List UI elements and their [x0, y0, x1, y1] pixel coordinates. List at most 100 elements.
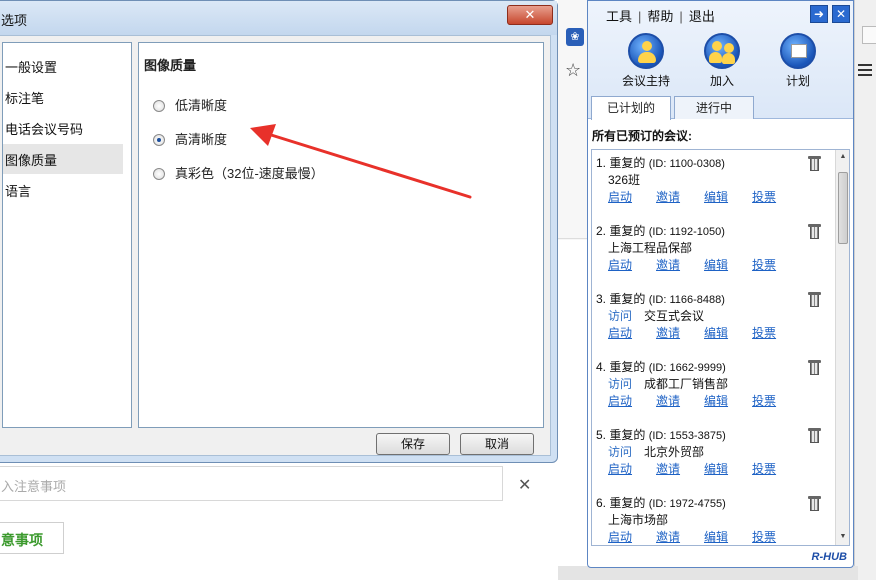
- invite-link[interactable]: 邀请: [656, 462, 680, 476]
- radio-low-quality[interactable]: 低清晰度: [153, 95, 227, 115]
- edit-link[interactable]: 编辑: [704, 530, 728, 544]
- meeting-id: (ID: 1166-8488): [648, 294, 725, 306]
- note-button[interactable]: 意事项: [0, 522, 64, 554]
- vote-link[interactable]: 投票: [752, 462, 776, 476]
- meeting-name: 上海工程品保部: [608, 241, 693, 255]
- invite-link[interactable]: 邀请: [656, 190, 680, 204]
- trash-icon[interactable]: [808, 223, 821, 239]
- vote-link[interactable]: 投票: [752, 258, 776, 272]
- trash-icon[interactable]: [808, 427, 821, 443]
- edit-link[interactable]: 编辑: [704, 462, 728, 476]
- panel-close-icon[interactable]: ✕: [832, 5, 850, 23]
- invite-link[interactable]: 邀请: [656, 530, 680, 544]
- start-link[interactable]: 启动: [608, 462, 632, 476]
- paw-icon[interactable]: ❀: [566, 28, 584, 46]
- meeting-actions: 启动 邀请 编辑 投票: [608, 392, 800, 409]
- schedule-icon[interactable]: [780, 33, 816, 69]
- radio-button[interactable]: [153, 168, 165, 180]
- menu-exit[interactable]: 退出: [689, 9, 715, 24]
- vote-link[interactable]: 投票: [752, 190, 776, 204]
- edit-link[interactable]: 编辑: [704, 394, 728, 408]
- rhub-header: 工具 | 帮助 | 退出 ➜ ✕ 会议主持 加入 计划 已计划的 进行中: [588, 1, 853, 120]
- meeting-item: 4. 重复的 (ID: 1662-9999) 访问 成都工厂销售部 启动 邀请 编辑 投票: [592, 358, 832, 426]
- meeting-name-row: 326班: [608, 171, 640, 188]
- menu-icon[interactable]: [858, 64, 872, 79]
- meeting-title: 5. 重复的 (ID: 1553-3875): [596, 428, 726, 442]
- join-label[interactable]: 加入: [687, 72, 757, 89]
- schedule-label[interactable]: 计划: [763, 72, 833, 89]
- invite-link[interactable]: 邀请: [656, 394, 680, 408]
- start-link[interactable]: 启动: [608, 258, 632, 272]
- meeting-title: 4. 重复的 (ID: 1662-9999): [596, 360, 726, 374]
- radio-high-quality[interactable]: 高清晰度: [153, 129, 227, 149]
- scroll-thumb[interactable]: [838, 172, 848, 244]
- meeting-name-row: 访问 北京外贸部: [608, 443, 704, 460]
- start-link[interactable]: 启动: [608, 190, 632, 204]
- note-close-icon[interactable]: ✕: [518, 475, 531, 495]
- trash-icon[interactable]: [808, 291, 821, 307]
- trash-icon[interactable]: [808, 359, 821, 375]
- nav-item-annotation-pen[interactable]: 标注笔: [3, 82, 123, 112]
- radio-true-color[interactable]: 真彩色（32位-速度最慢）: [153, 163, 324, 183]
- host-icon[interactable]: [628, 33, 664, 69]
- vote-link[interactable]: 投票: [752, 394, 776, 408]
- meeting-name: 交互式会议: [644, 309, 705, 323]
- dock-arrow-icon[interactable]: ➜: [810, 5, 828, 23]
- start-link[interactable]: 启动: [608, 394, 632, 408]
- radio-button-checked[interactable]: [153, 134, 165, 146]
- section-title: 图像质量: [144, 58, 197, 73]
- join-icon[interactable]: [704, 33, 740, 69]
- host-label[interactable]: 会议主持: [611, 72, 681, 89]
- dialog-titlebar[interactable]: 选项 ✕: [0, 1, 557, 35]
- nav-item-language[interactable]: 语言: [3, 175, 123, 205]
- close-icon: ✕: [524, 7, 536, 22]
- edit-link[interactable]: 编辑: [704, 190, 728, 204]
- dialog-title: 选项: [1, 13, 28, 28]
- meeting-name: 上海市场部: [608, 513, 669, 527]
- invite-link[interactable]: 邀请: [656, 326, 680, 340]
- meeting-item: 6. 重复的 (ID: 1972-4755) 上海市场部启动 邀请 编辑 投票: [592, 494, 832, 545]
- nav-item-general[interactable]: 一般设置: [3, 51, 123, 81]
- options-dialog: 选项 ✕ 一般设置 标注笔 电话会议号码 图像质量 语言 图像质量 低清晰度 高…: [0, 0, 558, 463]
- trash-icon[interactable]: [808, 495, 821, 511]
- start-link[interactable]: 启动: [608, 326, 632, 340]
- dialog-body: 一般设置 标注笔 电话会议号码 图像质量 语言 图像质量 低清晰度 高清晰度 真…: [0, 35, 551, 456]
- scroll-up-icon[interactable]: ▲: [838, 153, 848, 163]
- vote-link[interactable]: 投票: [752, 326, 776, 340]
- note-input[interactable]: 入注意事项: [0, 466, 503, 501]
- scroll-down-icon[interactable]: ▼: [838, 533, 848, 543]
- start-link[interactable]: 启动: [608, 530, 632, 544]
- edit-link[interactable]: 编辑: [704, 258, 728, 272]
- invite-link[interactable]: 邀请: [656, 258, 680, 272]
- visit-link[interactable]: 访问: [608, 445, 632, 459]
- meeting-name-row: 上海市场部: [608, 511, 668, 528]
- visit-link[interactable]: 访问: [608, 309, 632, 323]
- menu-tools[interactable]: 工具: [606, 9, 632, 24]
- scrollbar[interactable]: ▲ ▼: [835, 150, 849, 545]
- rhub-logo: R-HUB: [811, 551, 847, 563]
- save-button[interactable]: 保存: [376, 433, 450, 455]
- meeting-title: 1. 重复的 (ID: 1100-0308): [596, 156, 725, 170]
- meeting-title: 2. 重复的 (ID: 1192-1050): [596, 224, 725, 238]
- meeting-item: 2. 重复的 (ID: 1192-1050) 上海工程品保部 启动 邀请 编辑 投票: [592, 222, 832, 290]
- browser-right-edge: [854, 0, 876, 580]
- rhub-menu: 工具 | 帮助 | 退出: [606, 9, 715, 24]
- nav-item-image-quality[interactable]: 图像质量: [3, 144, 123, 174]
- tab-in-progress[interactable]: 进行中: [674, 96, 754, 119]
- visit-link[interactable]: 访问: [608, 377, 632, 391]
- edit-link[interactable]: 编辑: [704, 326, 728, 340]
- menu-help[interactable]: 帮助: [647, 9, 673, 24]
- meeting-actions: 启动 邀请 编辑 投票: [608, 324, 800, 341]
- radio-button[interactable]: [153, 100, 165, 112]
- tab-scheduled[interactable]: 已计划的: [591, 96, 671, 120]
- meeting-actions: 启动 邀请 编辑 投票: [608, 528, 800, 545]
- meeting-id: (ID: 1553-3875): [648, 430, 726, 442]
- star-icon[interactable]: ☆: [565, 60, 581, 81]
- meeting-title: 6. 重复的 (ID: 1972-4755): [596, 496, 726, 510]
- trash-icon[interactable]: [808, 155, 821, 171]
- cancel-button[interactable]: 取消: [460, 433, 534, 455]
- meeting-list: 1. 重复的 (ID: 1100-0308) 326班 启动 邀请 编辑 投票 2. 重复的…: [591, 149, 850, 546]
- dialog-close-button[interactable]: ✕: [507, 5, 553, 25]
- nav-item-conference-number[interactable]: 电话会议号码: [3, 113, 123, 143]
- vote-link[interactable]: 投票: [752, 530, 776, 544]
